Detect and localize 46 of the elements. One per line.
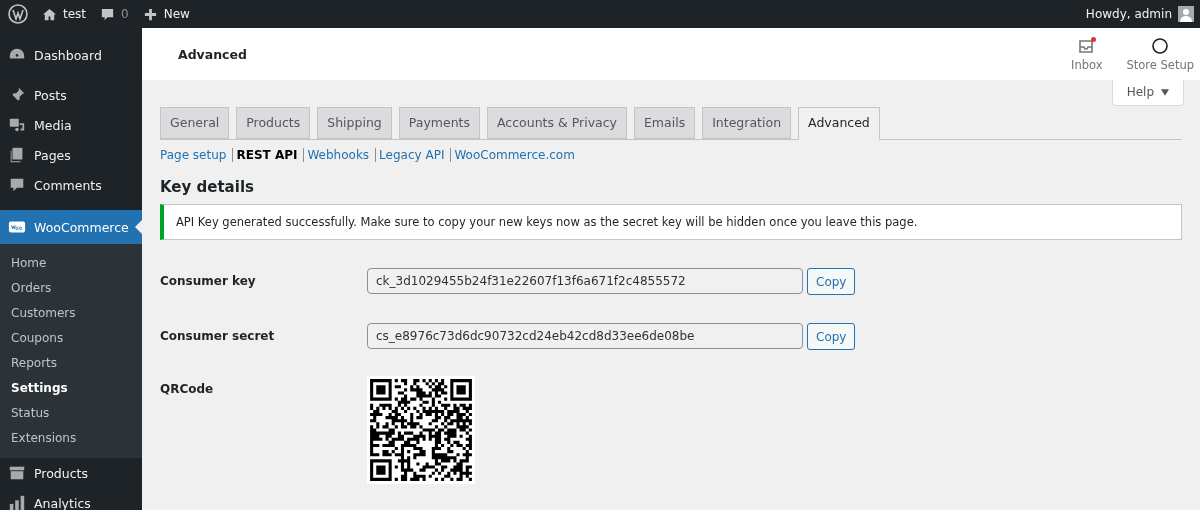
store-setup-button[interactable]: Store Setup [1108, 36, 1200, 72]
settings-tab[interactable]: Emails [633, 107, 696, 139]
key-field[interactable]: cs_e8976c73d6dc90732cd24eb42cd8d33ee6de08be [367, 323, 803, 349]
submenu-item[interactable]: Home [0, 251, 142, 276]
site-link[interactable]: test [42, 6, 87, 22]
section-link[interactable]: Webhooks [303, 148, 370, 162]
submenu-item[interactable]: Coupons [0, 326, 142, 351]
sidebar-item[interactable]: Pages [0, 140, 142, 170]
help-button[interactable]: Help [1111, 80, 1184, 106]
field-label: Consumer secret [160, 328, 276, 343]
field-label: Consumer key [160, 273, 257, 288]
notice-text: API Key generated successfully. Make sure to copy your new keys now as the secret key will be hidden once you leave this page. [176, 215, 918, 229]
sidebar-item[interactable]: Dashboard [0, 40, 142, 70]
new-link[interactable]: New [142, 6, 190, 22]
settings-tab[interactable]: Shipping [317, 107, 392, 139]
sidebar-item[interactable]: WooCommerce [0, 210, 142, 244]
settings-tab[interactable]: Accounts & Privacy [487, 107, 627, 139]
sidebar-item[interactable]: Analytics [0, 488, 142, 510]
section-link[interactable]: REST API [232, 148, 298, 162]
section-heading: Key details [160, 178, 255, 196]
inbox-button[interactable]: Inbox [1053, 36, 1109, 72]
sidebar-item[interactable]: Media [0, 110, 142, 140]
copy-button[interactable]: Copy [807, 268, 856, 295]
comments-link[interactable]: 0 [100, 6, 129, 22]
submenu-item[interactable]: Customers [0, 301, 142, 326]
submenu-item[interactable]: Status [0, 401, 142, 426]
section-link[interactable]: WooCommerce.com [450, 148, 575, 162]
submenu-item[interactable]: Settings [0, 376, 142, 401]
sidebar-item[interactable]: Comments [0, 170, 142, 200]
settings-tab[interactable]: Integration [702, 107, 792, 139]
field-label: QRCode [160, 381, 215, 396]
submenu-item[interactable]: Reports [0, 351, 142, 376]
section-link[interactable]: Page setup [160, 148, 227, 162]
submenu-item[interactable]: Orders [0, 276, 142, 301]
settings-tab[interactable]: General [160, 107, 230, 139]
key-field[interactable]: ck_3d1029455b24f31e22607f13f6a671f2c4855572 [367, 268, 803, 294]
sidebar-item[interactable]: Posts [0, 80, 142, 110]
submenu-item[interactable]: Extensions [0, 426, 142, 451]
account-link[interactable]: Howdy, admin [1085, 6, 1194, 22]
settings-tab[interactable]: Products [236, 107, 311, 139]
page-title: Advanced [178, 46, 247, 62]
section-link[interactable]: Legacy API [375, 148, 445, 162]
settings-tab[interactable]: Payments [398, 107, 481, 139]
copy-button[interactable]: Copy [807, 323, 856, 350]
sidebar-item[interactable]: Products [0, 458, 142, 488]
settings-tab[interactable]: Advanced [798, 107, 880, 140]
